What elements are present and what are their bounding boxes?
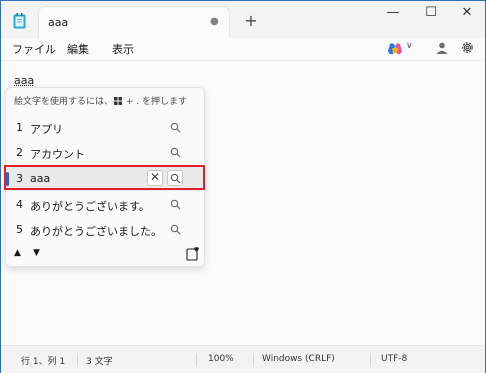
tab-title: aaa — [48, 16, 69, 29]
divider — [370, 353, 371, 367]
menu-bar: ファイル 編集 表示 ∨ — [1, 38, 485, 60]
divider — [253, 353, 254, 367]
emoji-hint-suffix: + . を押します — [123, 97, 188, 107]
emoji-panel-icon[interactable] — [186, 247, 200, 261]
close-button[interactable]: ✕ — [447, 1, 486, 27]
editor-content[interactable]: aaa — [14, 74, 34, 87]
page-up-button[interactable]: ▲ — [14, 248, 21, 258]
candidate-number: 2 — [16, 146, 23, 159]
profile-icon[interactable] — [435, 41, 449, 55]
selection-highlight-box — [4, 165, 205, 190]
emoji-hint: 絵文字を使用するには、 + . を押します — [14, 94, 187, 107]
search-icon[interactable] — [170, 147, 181, 158]
divider — [196, 353, 197, 367]
candidate-item[interactable]: 5 ありがとうございました。 — [6, 218, 204, 242]
candidate-text: アカウント — [30, 148, 85, 161]
candidate-number: 1 — [16, 121, 23, 134]
tab-document[interactable]: aaa ● — [38, 6, 230, 38]
zoom-level[interactable]: 100% — [208, 354, 234, 364]
notepad-app-icon — [13, 13, 26, 29]
ime-footer: ▲ ▼ — [6, 246, 204, 266]
candidate-item[interactable]: 4 ありがとうございます。 — [6, 193, 204, 217]
search-icon[interactable] — [170, 199, 181, 210]
menu-edit[interactable]: 編集 — [67, 41, 89, 57]
character-count: 3 文字 — [86, 357, 113, 367]
divider — [77, 353, 78, 367]
unsaved-dot-icon[interactable]: ● — [210, 16, 219, 27]
copilot-icon[interactable] — [387, 42, 403, 56]
encoding[interactable]: UTF-8 — [381, 354, 407, 364]
candidate-text: ありがとうございます。 — [30, 200, 150, 213]
candidate-text: アプリ — [30, 123, 63, 136]
line-ending[interactable]: Windows (CRLF) — [262, 354, 335, 364]
new-tab-button[interactable]: + — [241, 11, 261, 31]
emoji-hint-prefix: 絵文字を使用するには、 — [14, 97, 114, 107]
windows-key-icon — [114, 97, 123, 105]
status-bar: 行 1、列 1 3 文字 100% Windows (CRLF) UTF-8 — [1, 345, 485, 373]
search-icon[interactable] — [170, 224, 181, 235]
maximize-button[interactable]: ☐ — [411, 1, 451, 27]
menu-file[interactable]: ファイル — [12, 41, 56, 57]
cursor-position: 行 1、列 1 — [21, 357, 66, 367]
candidate-text: ありがとうございました。 — [30, 225, 162, 238]
candidate-number: 5 — [16, 223, 23, 236]
title-bar: aaa ● + — ☐ ✕ — [1, 1, 485, 38]
candidate-item[interactable]: 1 アプリ — [6, 116, 204, 140]
menu-view[interactable]: 表示 — [112, 41, 134, 57]
candidate-number: 4 — [16, 198, 23, 211]
minimize-button[interactable]: — — [373, 1, 413, 27]
search-icon[interactable] — [170, 122, 181, 133]
notepad-window: aaa ● + — ☐ ✕ ファイル 編集 表示 ∨ aaa 絵文字を使用するに… — [0, 0, 486, 373]
gear-icon[interactable] — [460, 40, 475, 55]
candidate-item[interactable]: 2 アカウント — [6, 141, 204, 165]
page-down-button[interactable]: ▼ — [33, 248, 40, 258]
chevron-down-icon[interactable]: ∨ — [406, 41, 413, 51]
